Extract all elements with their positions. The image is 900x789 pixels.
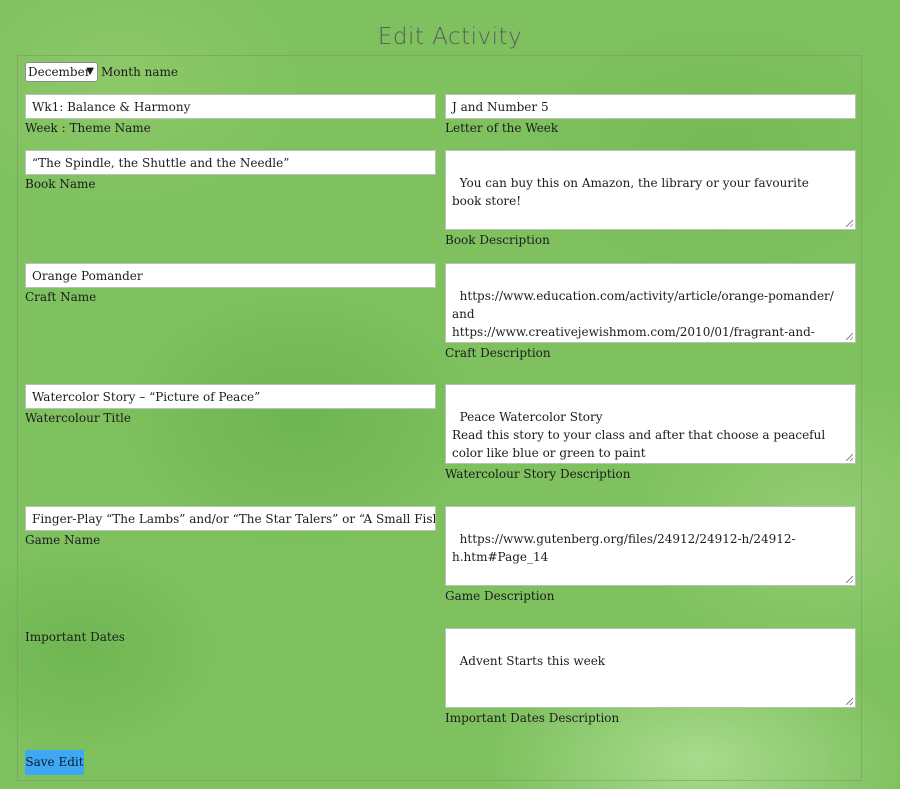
chevron-down-icon: ▼	[86, 66, 94, 77]
month-select[interactable]: December ▼	[25, 62, 98, 82]
important-dates-description-text: Advent Starts this week	[459, 654, 606, 668]
game-description-label: Game Description	[445, 589, 555, 603]
craft-description-text: https://www.education.com/activity/artic…	[452, 289, 834, 339]
resize-handle-icon[interactable]	[846, 576, 853, 583]
craft-description-textarea[interactable]: https://www.education.com/activity/artic…	[445, 263, 856, 343]
book-description-textarea[interactable]: You can buy this on Amazon, the library …	[445, 150, 856, 230]
craft-name-input[interactable]: Orange Pomander	[25, 263, 436, 288]
book-description-label: Book Description	[445, 233, 550, 247]
important-dates-description-label: Important Dates Description	[445, 711, 620, 725]
craft-description-label: Craft Description	[445, 346, 551, 360]
resize-handle-icon[interactable]	[846, 698, 853, 705]
game-name-input[interactable]: Finger-Play “The Lambs” and/or “The Star…	[25, 506, 436, 531]
important-dates-description-textarea[interactable]: Advent Starts this week	[445, 628, 856, 708]
month-label: Month name	[101, 65, 178, 79]
watercolour-description-label: Watercolour Story Description	[445, 467, 631, 481]
resize-handle-icon[interactable]	[846, 220, 853, 227]
game-description-textarea[interactable]: https://www.gutenberg.org/files/24912/24…	[445, 506, 856, 586]
important-dates-label: Important Dates	[25, 630, 125, 644]
save-edit-button[interactable]: Save Edit	[25, 750, 84, 775]
book-name-label: Book Name	[25, 177, 96, 191]
book-description-text: You can buy this on Amazon, the library …	[452, 176, 813, 208]
week-theme-input[interactable]: Wk1: Balance & Harmony	[25, 94, 436, 119]
month-select-value: December	[28, 65, 91, 79]
watercolour-title-label: Watercolour Title	[25, 411, 131, 425]
book-name-input[interactable]: “The Spindle, the Shuttle and the Needle…	[25, 150, 436, 175]
resize-handle-icon[interactable]	[846, 333, 853, 340]
craft-name-label: Craft Name	[25, 290, 97, 304]
letter-of-week-label: Letter of the Week	[445, 121, 559, 135]
letter-of-week-input[interactable]: J and Number 5	[445, 94, 856, 119]
watercolour-description-textarea[interactable]: Peace Watercolor Story Read this story t…	[445, 384, 856, 464]
page-title: Edit Activity	[377, 24, 523, 50]
watercolour-title-input[interactable]: Watercolor Story – “Picture of Peace”	[25, 384, 436, 409]
watercolour-description-text: Peace Watercolor Story Read this story t…	[452, 410, 826, 460]
resize-handle-icon[interactable]	[846, 454, 853, 461]
game-description-text: https://www.gutenberg.org/files/24912/24…	[452, 532, 796, 564]
week-theme-label: Week : Theme Name	[25, 121, 151, 135]
game-name-label: Game Name	[25, 533, 101, 547]
